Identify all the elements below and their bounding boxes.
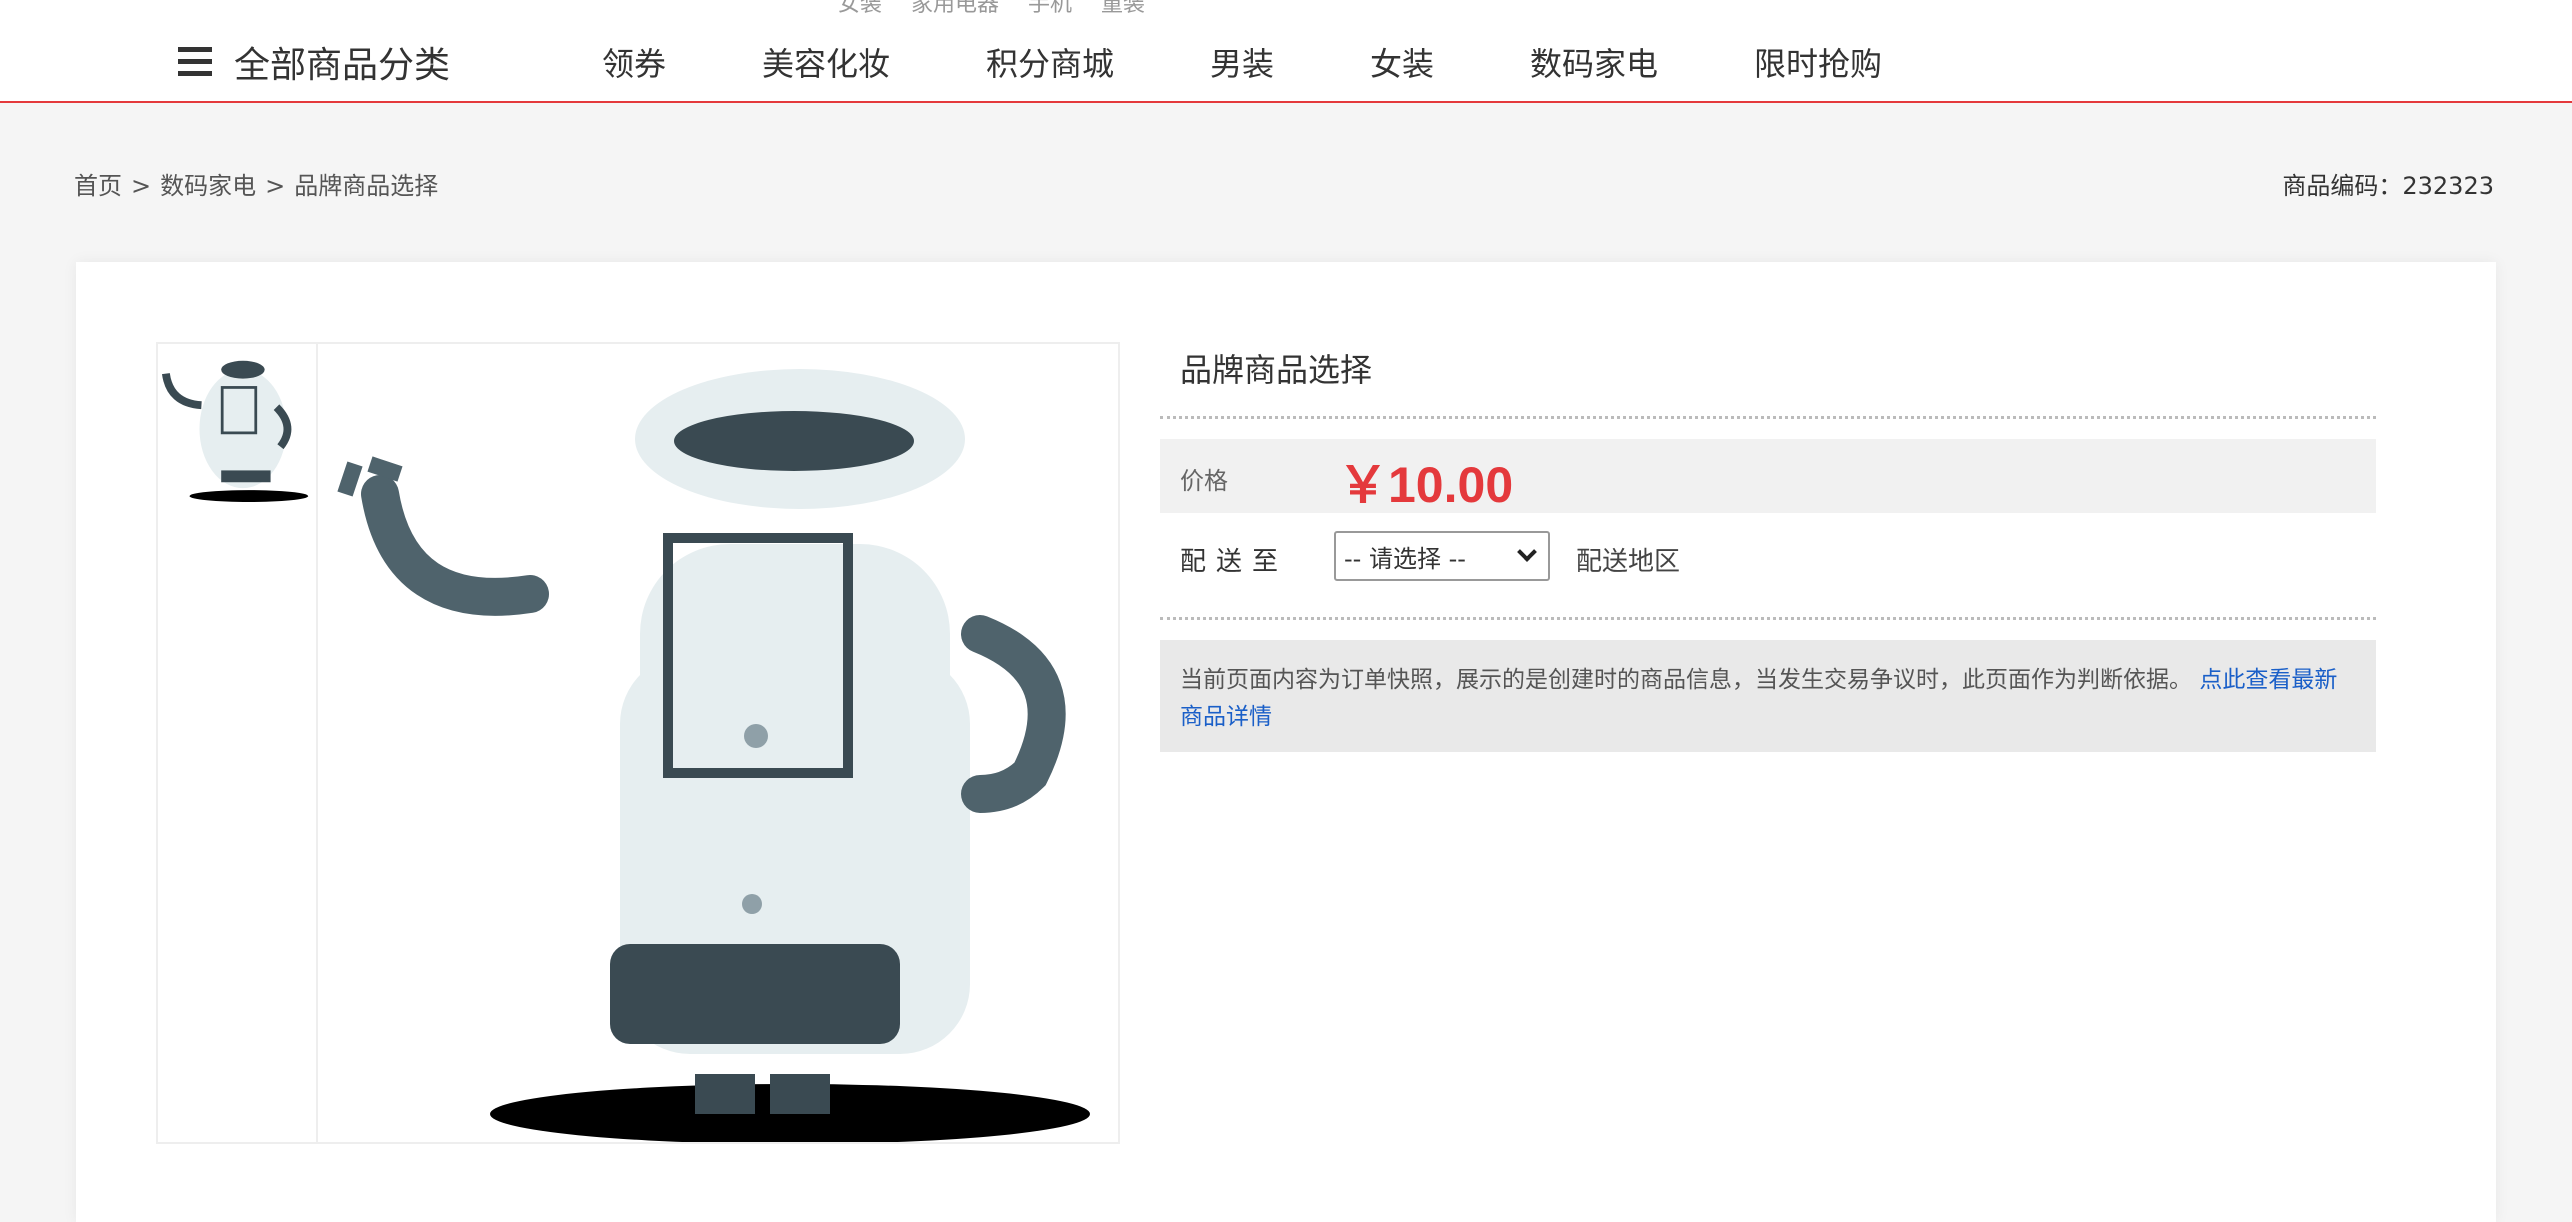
product-thumbnail[interactable] [158, 344, 316, 502]
hot-word[interactable]: 童装 [1101, 0, 1145, 17]
snapshot-notice: 当前页面内容为订单快照，展示的是创建时的商品信息，当发生交易争议时，此页面作为判… [1160, 640, 2376, 752]
product-main-image [320, 344, 1118, 1144]
breadcrumb: 首页 > 数码家电 > 品牌商品选择 [74, 166, 438, 201]
thumbnail-list [158, 344, 318, 1142]
nav-item-flash-sale[interactable]: 限时抢购 [1754, 39, 1882, 85]
breadcrumb-category[interactable]: 数码家电 [160, 172, 256, 200]
dotted-divider [1160, 617, 2376, 620]
nav-item-coupons[interactable]: 领券 [602, 39, 666, 85]
nav-item-digital[interactable]: 数码家电 [1530, 39, 1658, 85]
snapshot-notice-text: 当前页面内容为订单快照，展示的是创建时的商品信息，当发生交易争议时，此页面作为判… [1180, 667, 2192, 693]
nav-item-beauty[interactable]: 美容化妆 [762, 39, 890, 85]
product-gallery [156, 342, 1120, 1144]
chevron-down-icon [1517, 542, 1537, 562]
breadcrumb-separator: > [131, 172, 152, 200]
nav-item-menswear[interactable]: 男装 [1210, 39, 1274, 85]
robot-thumbnail-image [161, 360, 309, 502]
nav-item-womenswear[interactable]: 女装 [1370, 39, 1434, 85]
shipping-select-value: -- 请选择 -- [1344, 544, 1466, 573]
hot-word[interactable]: 家用电器 [911, 0, 999, 17]
main-nav: 领券 美容化妆 积分商城 男装 女装 数码家电 限时抢购 [0, 37, 2572, 87]
dotted-divider [1160, 416, 2376, 419]
shipping-region-select[interactable]: -- 请选择 -- [1334, 531, 1550, 581]
top-nav-bar: 女装 家用电器 手机 童装 全部商品分类 领券 美容化妆 积分商城 男装 女装 … [0, 0, 2572, 103]
price-row: 价格 ￥10.00 [1160, 439, 2376, 513]
nav-item-points-mall[interactable]: 积分商城 [986, 39, 1114, 85]
product-price: ￥10.00 [1338, 457, 1514, 513]
breadcrumb-current: 品牌商品选择 [294, 172, 439, 200]
hot-search-words: 女装 家用电器 手机 童装 [838, 0, 1167, 18]
price-label: 价格 [1180, 467, 1228, 495]
hot-word[interactable]: 手机 [1028, 0, 1072, 17]
robot-mascot-image [337, 369, 1090, 1144]
breadcrumb-home[interactable]: 首页 [74, 172, 122, 200]
product-code: 商品编码：232323 [2282, 172, 2494, 200]
shipping-label: 配送至 [1180, 547, 1289, 577]
hot-word[interactable]: 女装 [838, 0, 882, 17]
shipping-area-label: 配送地区 [1576, 547, 1681, 577]
product-title: 品牌商品选择 [1180, 351, 1373, 389]
breadcrumb-separator: > [265, 172, 286, 200]
